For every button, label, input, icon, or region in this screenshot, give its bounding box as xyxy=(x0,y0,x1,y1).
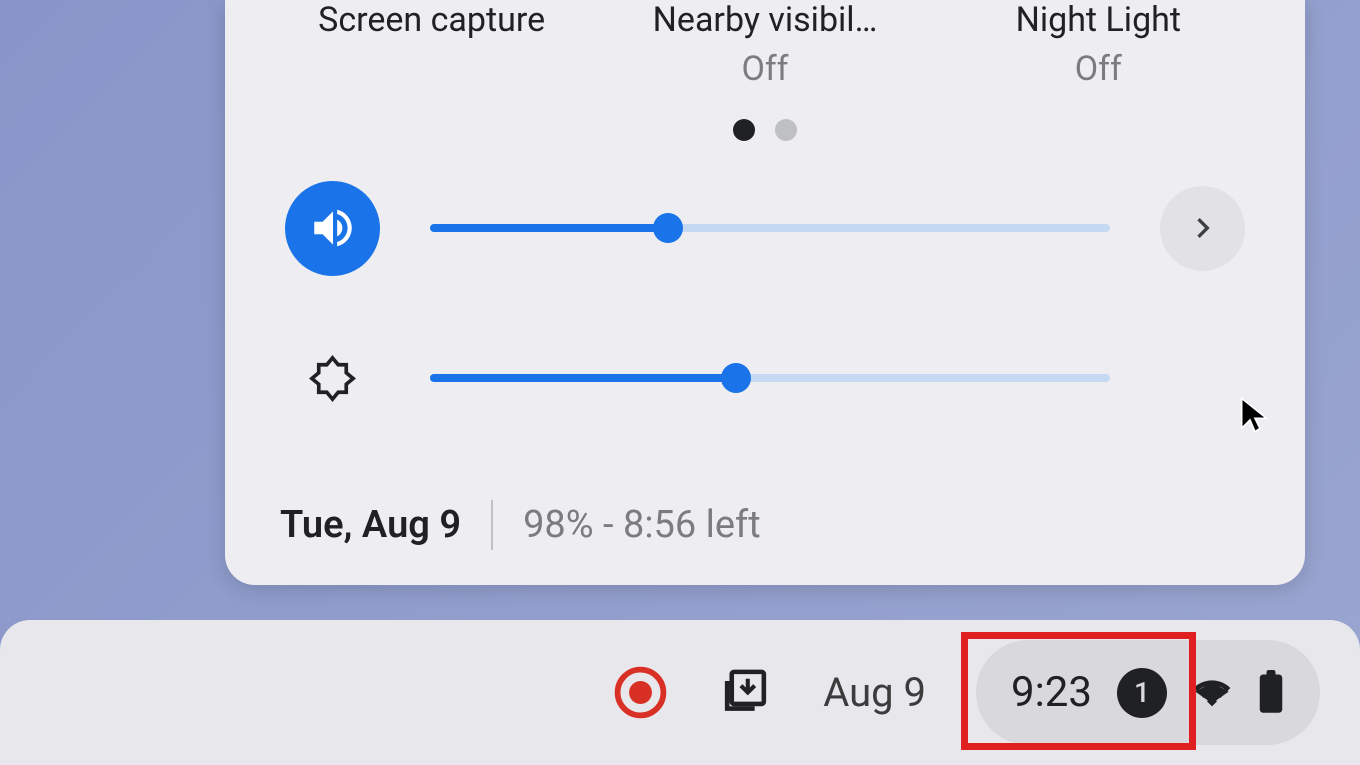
tile-nearby-visibility[interactable]: Nearby visibil… Off xyxy=(625,0,905,89)
tile-status: Off xyxy=(958,49,1238,89)
status-area[interactable]: 9:23 1 xyxy=(976,640,1320,745)
downloads-tray-icon[interactable] xyxy=(718,665,773,720)
panel-footer: Tue, Aug 9 98% - 8:56 left xyxy=(280,500,761,550)
tile-label: Screen capture xyxy=(292,0,572,41)
tile-label: Night Light xyxy=(958,0,1238,41)
brightness-slider-row xyxy=(265,331,1265,426)
chevron-right-icon xyxy=(1183,208,1223,248)
notification-badge[interactable]: 1 xyxy=(1117,668,1167,718)
volume-slider-row xyxy=(265,181,1265,276)
pager-dots[interactable] xyxy=(265,119,1265,141)
panel-date: Tue, Aug 9 xyxy=(280,503,461,547)
tile-label: Nearby visibil… xyxy=(625,0,905,41)
battery-icon xyxy=(1257,670,1285,715)
volume-slider[interactable] xyxy=(430,224,1110,232)
tile-screen-capture[interactable]: Screen capture xyxy=(292,0,572,89)
brightness-icon xyxy=(285,331,380,426)
shelf-time: 9:23 xyxy=(1011,668,1092,717)
record-stop-icon[interactable] xyxy=(613,665,668,720)
tile-night-light[interactable]: Night Light Off xyxy=(958,0,1238,89)
brightness-slider[interactable] xyxy=(430,374,1110,382)
shelf-date[interactable]: Aug 9 xyxy=(823,669,926,716)
panel-battery-status: 98% - 8:56 left xyxy=(523,503,761,547)
wifi-icon xyxy=(1192,673,1232,713)
volume-icon[interactable] xyxy=(285,181,380,276)
footer-divider xyxy=(491,500,493,550)
pager-dot-active[interactable] xyxy=(733,119,755,141)
quick-tiles-row: Screen capture Nearby visibil… Off Night… xyxy=(265,0,1265,89)
audio-settings-button[interactable] xyxy=(1160,186,1245,271)
shelf: Aug 9 9:23 1 xyxy=(0,620,1360,765)
quick-settings-panel: Screen capture Nearby visibil… Off Night… xyxy=(225,0,1305,585)
pager-dot-inactive[interactable] xyxy=(775,119,797,141)
tile-status: Off xyxy=(625,49,905,89)
notification-count: 1 xyxy=(1134,676,1150,709)
